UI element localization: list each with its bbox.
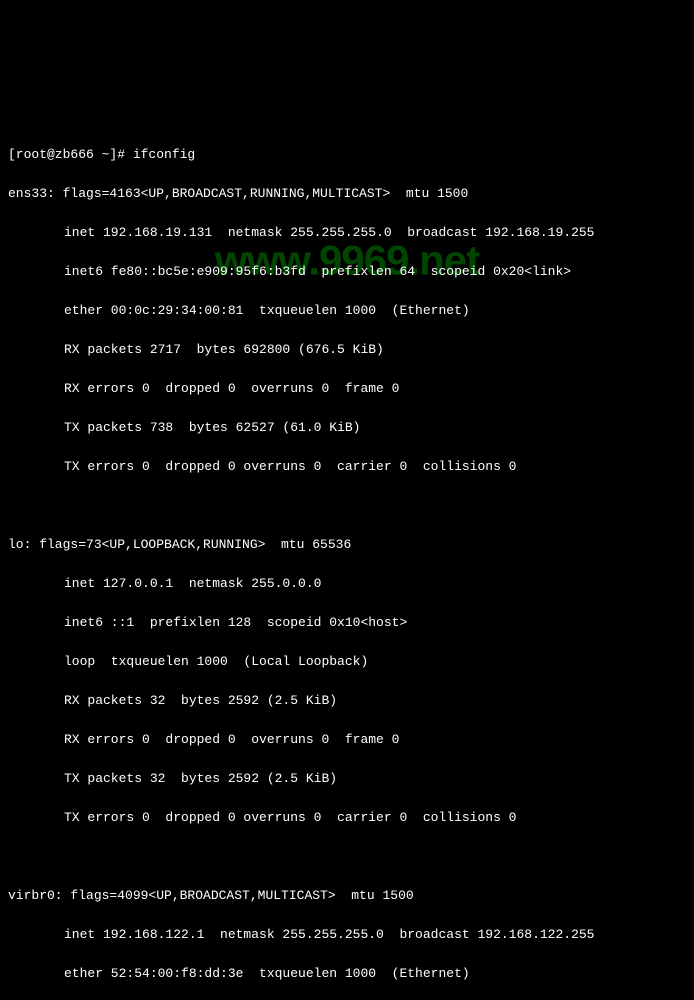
iface-line: TX packets 738 bytes 62527 (61.0 KiB) [8, 418, 686, 438]
iface-line: inet6 ::1 prefixlen 128 scopeid 0x10<hos… [8, 613, 686, 633]
iface-line: loop txqueuelen 1000 (Local Loopback) [8, 652, 686, 672]
iface-line: ether 00:0c:29:34:00:81 txqueuelen 1000 … [8, 301, 686, 321]
blank-line [8, 847, 686, 867]
shell-prompt: [root@zb666 ~]# [8, 147, 133, 162]
iface-line: inet 127.0.0.1 netmask 255.0.0.0 [8, 574, 686, 594]
iface-line: RX packets 32 bytes 2592 (2.5 KiB) [8, 691, 686, 711]
iface-line: inet6 fe80::bc5e:e909:95f6:b3fd prefixle… [8, 262, 686, 282]
iface-line: inet 192.168.19.131 netmask 255.255.255.… [8, 223, 686, 243]
iface-line: inet 192.168.122.1 netmask 255.255.255.0… [8, 925, 686, 945]
iface-header: ens33: flags=4163<UP,BROADCAST,RUNNING,M… [8, 184, 686, 204]
iface-header: lo: flags=73<UP,LOOPBACK,RUNNING> mtu 65… [8, 535, 686, 555]
iface-line: TX errors 0 dropped 0 overruns 0 carrier… [8, 457, 686, 477]
iface-line: RX errors 0 dropped 0 overruns 0 frame 0 [8, 379, 686, 399]
iface-line: RX packets 2717 bytes 692800 (676.5 KiB) [8, 340, 686, 360]
terminal-output: [root@zb666 ~]# ifconfig ens33: flags=41… [8, 125, 686, 1000]
command-text: ifconfig [133, 147, 195, 162]
blank-line [8, 496, 686, 516]
iface-header: virbr0: flags=4099<UP,BROADCAST,MULTICAS… [8, 886, 686, 906]
iface-line: ether 52:54:00:f8:dd:3e txqueuelen 1000 … [8, 964, 686, 984]
prompt-line: [root@zb666 ~]# ifconfig [8, 145, 686, 165]
iface-line: TX packets 32 bytes 2592 (2.5 KiB) [8, 769, 686, 789]
iface-line: TX errors 0 dropped 0 overruns 0 carrier… [8, 808, 686, 828]
iface-line: RX errors 0 dropped 0 overruns 0 frame 0 [8, 730, 686, 750]
